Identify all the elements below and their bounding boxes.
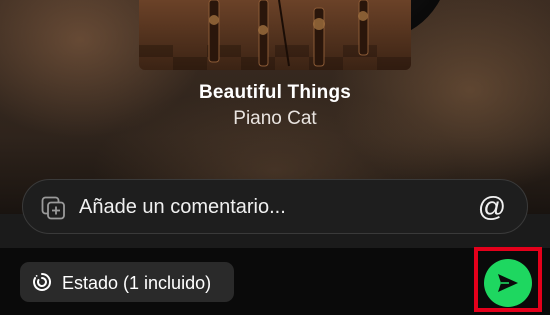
status-progress-icon <box>32 272 52 292</box>
album-art-image <box>139 0 411 70</box>
album-cover <box>139 0 411 70</box>
comment-box[interactable]: @ <box>22 179 528 234</box>
song-artist: Piano Cat <box>233 108 317 129</box>
comment-input[interactable] <box>79 193 459 221</box>
share-screen: Beautiful Things Piano Cat @ Estado (1 i… <box>0 0 550 315</box>
song-title: Beautiful Things <box>198 82 352 103</box>
add-media-icon[interactable] <box>41 196 67 220</box>
send-arrow-icon <box>498 274 518 292</box>
status-button[interactable]: Estado (1 incluido) <box>20 262 234 302</box>
send-button[interactable] <box>484 259 532 307</box>
at-sign-icon[interactable]: @ <box>474 189 510 225</box>
status-label: Estado (1 incluido) <box>62 273 212 293</box>
